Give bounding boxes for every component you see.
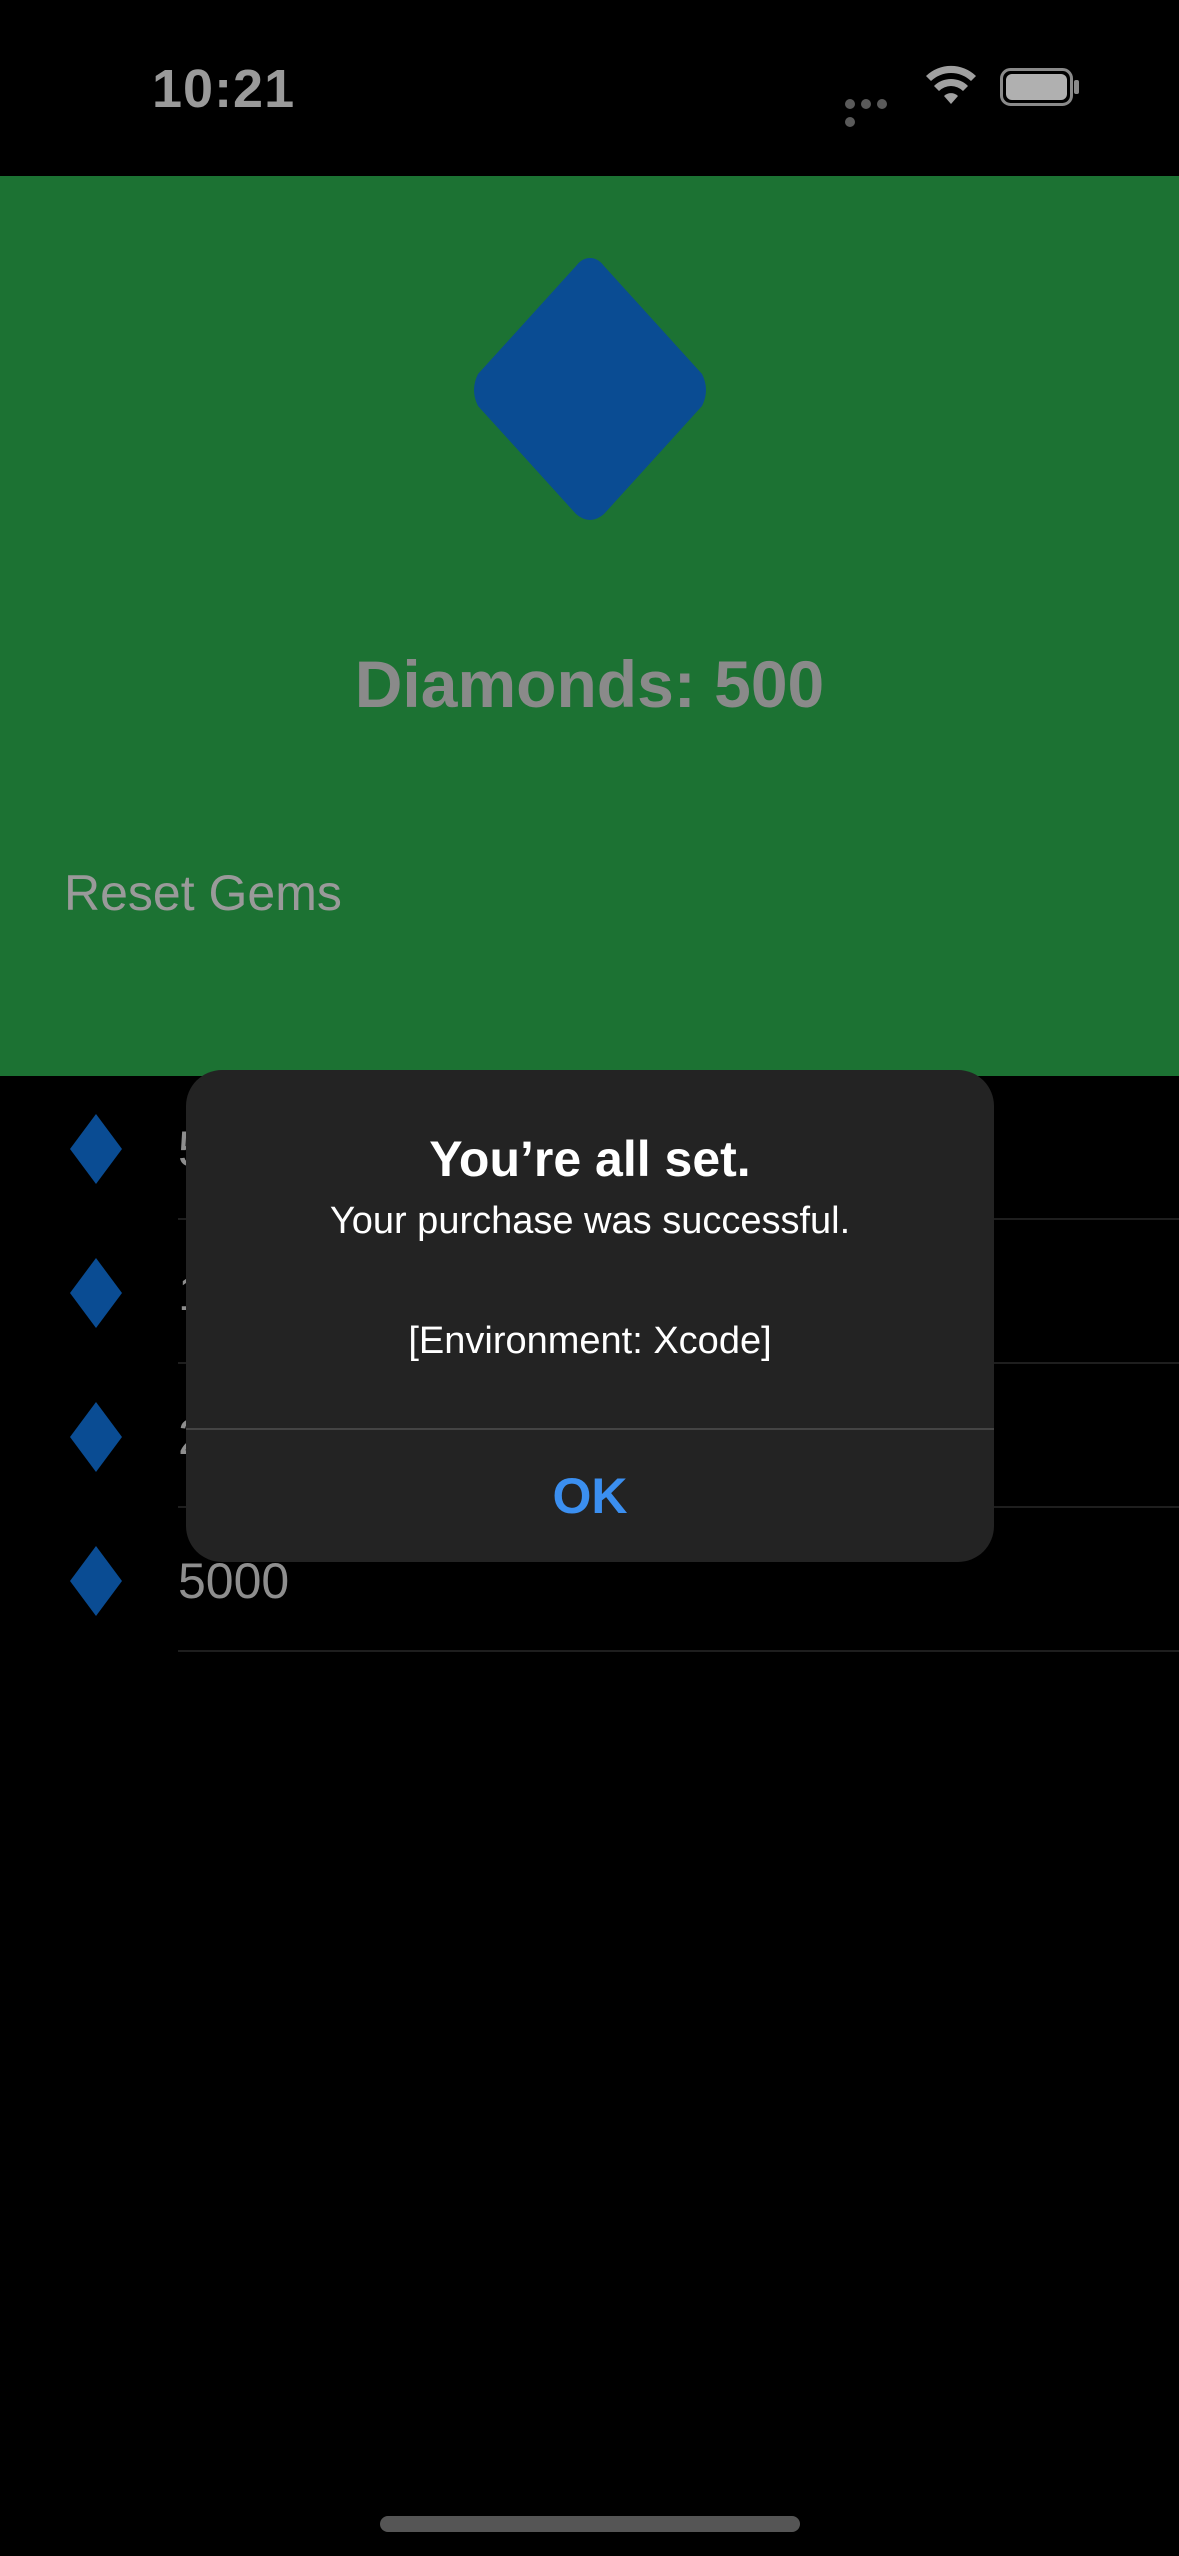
diamond-icon xyxy=(474,258,706,520)
signal-dots-icon xyxy=(845,96,907,127)
app-screen: 10:21 Diamonds: 500 Reset Gems 5000 You’… xyxy=(0,0,1179,2556)
alert-title: You’re all set. xyxy=(429,1131,751,1187)
home-indicator[interactable] xyxy=(380,2516,800,2532)
reset-gems-button[interactable]: Reset Gems xyxy=(64,864,342,922)
alert-message: Your purchase was successful. xyxy=(329,1200,851,1242)
purchase-alert: You’re all set. Your purchase was succes… xyxy=(186,1070,994,1562)
battery-icon xyxy=(1000,68,1079,106)
row-divider xyxy=(178,1650,1179,1652)
status-time: 10:21 xyxy=(152,59,296,119)
diamond-icon xyxy=(70,1546,122,1616)
diamond-icon xyxy=(70,1402,122,1472)
alert-environment: [Environment: Xcode] xyxy=(408,1320,772,1362)
diamond-icon xyxy=(70,1258,122,1328)
wifi-icon xyxy=(926,65,976,104)
gems-header: Diamonds: 500 Reset Gems xyxy=(0,176,1179,1076)
diamonds-count-title: Diamonds: 500 xyxy=(354,647,825,721)
ok-button[interactable]: OK xyxy=(186,1430,994,1562)
status-bar: 10:21 xyxy=(0,0,1179,176)
diamond-icon xyxy=(70,1114,122,1184)
